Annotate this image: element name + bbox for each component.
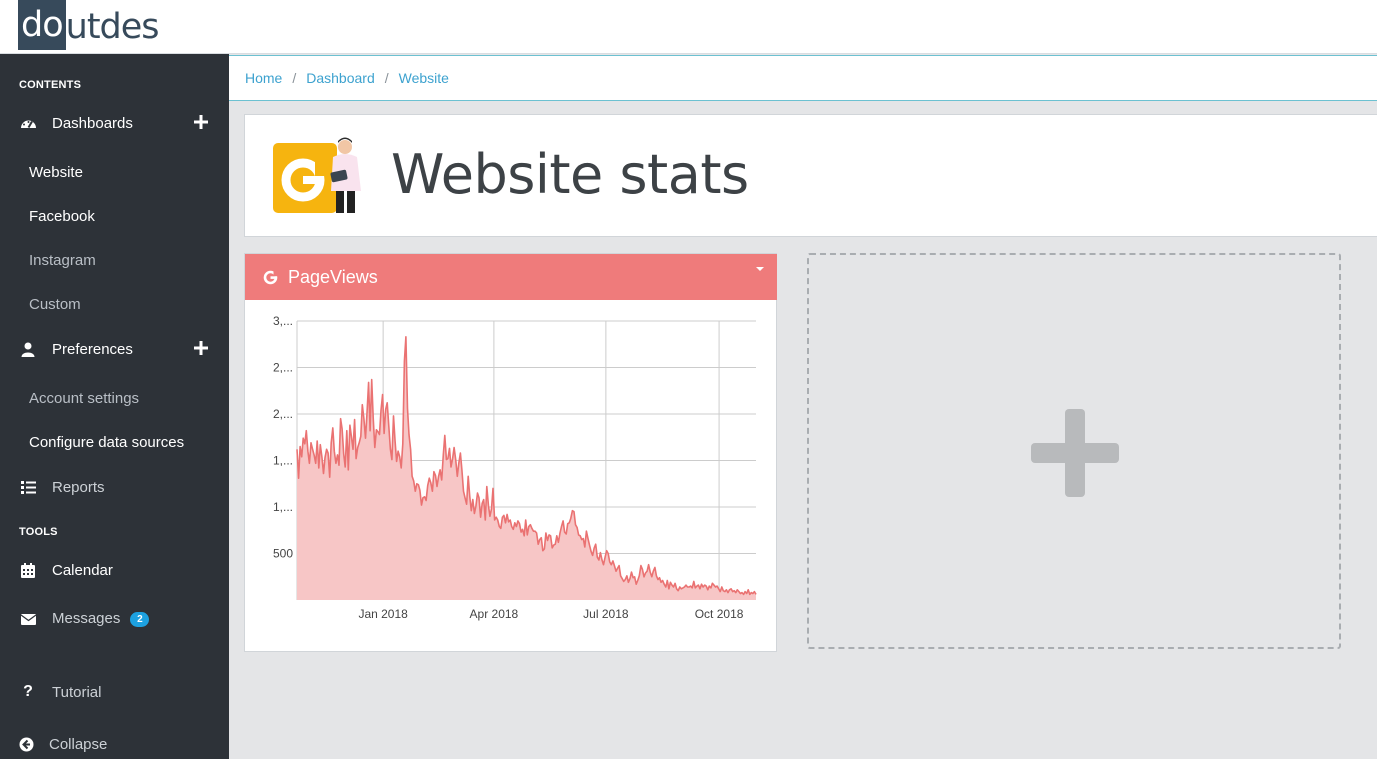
sidebar-item-tutorial-label: Tutorial [52,683,102,701]
sidebar-item-preferences-label: Preferences [52,340,133,358]
messages-label-text: Messages [52,610,121,627]
add-widget-button[interactable] [807,253,1341,649]
sidebar-item-facebook[interactable]: Facebook [29,208,95,225]
widget-header: PageViews [245,254,777,300]
breadcrumb-dashboard[interactable]: Dashboard [306,70,375,86]
sidebar-item-dashboards[interactable]: Dashboards [0,106,229,140]
question-icon: ? [23,683,33,700]
y-tick-label: 2,... [273,407,293,421]
x-tick-label: Jan 2018 [358,607,408,621]
user-icon [19,340,37,358]
sidebar: CONTENTS Dashboards Website Facebook Ins… [0,54,229,759]
logo-part-ut: ut [65,7,101,47]
x-tick-label: Apr 2018 [470,607,519,621]
y-tick-label: 2,... [273,361,293,375]
sidebar-item-calendar-label: Calendar [52,561,113,579]
breadcrumb-separator: / [292,70,297,86]
messages-count-badge: 2 [130,612,150,627]
breadcrumb: Home / Dashboard / Website [245,70,449,86]
add-dashboard-plus-icon[interactable] [194,115,210,131]
series-area [297,336,756,600]
sidebar-item-preferences[interactable]: Preferences [0,332,229,366]
sidebar-item-account-settings[interactable]: Account settings [29,390,139,407]
sidebar-item-dashboards-label: Dashboards [52,114,133,132]
sidebar-collapse[interactable]: Collapse [0,727,229,759]
y-tick-label: 1,... [273,500,293,514]
dashboard-icon [19,114,37,132]
sidebar-item-instagram[interactable]: Instagram [29,252,96,269]
x-tick-label: Jul 2018 [583,607,629,621]
google-icon [263,270,278,285]
sidebar-item-tutorial[interactable]: ? Tutorial [0,675,229,709]
sidebar-item-reports-label: Reports [52,478,105,496]
logo-part-des: des [99,7,160,47]
person-illustration-icon [321,135,373,215]
pageviews-chart: 500 1,... 1,... 2,... 2,... 3,... Jan 2018 Apr … [273,314,757,621]
breadcrumb-home[interactable]: Home [245,70,282,86]
sidebar-item-messages-label: Messages 2 [52,610,150,628]
calendar-icon [19,561,37,579]
sidebar-item-configure-data-sources[interactable]: Configure data sources [29,434,184,451]
y-tick-label: 500 [273,547,293,561]
breadcrumb-bar: Home / Dashboard / Website [229,55,1377,101]
x-tick-label: Oct 2018 [695,607,744,621]
section-label-tools: TOOLS [19,526,58,538]
pageviews-widget: PageViews 500 1,... 1,... 2,... 2,... 3,... Ja… [244,253,777,652]
logo[interactable]: do ut des [18,0,160,50]
y-tick-label: 1,... [273,454,293,468]
section-label-contents: CONTENTS [19,79,82,91]
sidebar-collapse-label: Collapse [49,735,108,753]
top-bar: do ut des [0,0,1377,54]
sidebar-item-messages[interactable]: Messages 2 [0,602,229,636]
add-plus-icon-bar [1031,443,1119,463]
page-title: Website stats [391,143,749,206]
sidebar-item-reports[interactable]: Reports [0,470,229,504]
breadcrumb-separator: / [384,70,389,86]
widget-menu-caret-icon[interactable] [756,267,764,271]
sidebar-item-calendar[interactable]: Calendar [0,553,229,587]
list-icon [19,478,37,496]
sidebar-item-website[interactable]: Website [29,164,83,181]
breadcrumb-website[interactable]: Website [399,70,449,86]
page-header-card: Website stats [244,114,1377,237]
envelope-icon [19,610,37,628]
sidebar-item-custom[interactable]: Custom [29,296,81,313]
add-preference-plus-icon[interactable] [194,341,210,357]
y-tick-label: 3,... [273,314,293,328]
widget-title: PageViews [288,267,378,287]
arrow-left-circle-icon [17,735,35,753]
logo-part-do: do [18,0,66,50]
